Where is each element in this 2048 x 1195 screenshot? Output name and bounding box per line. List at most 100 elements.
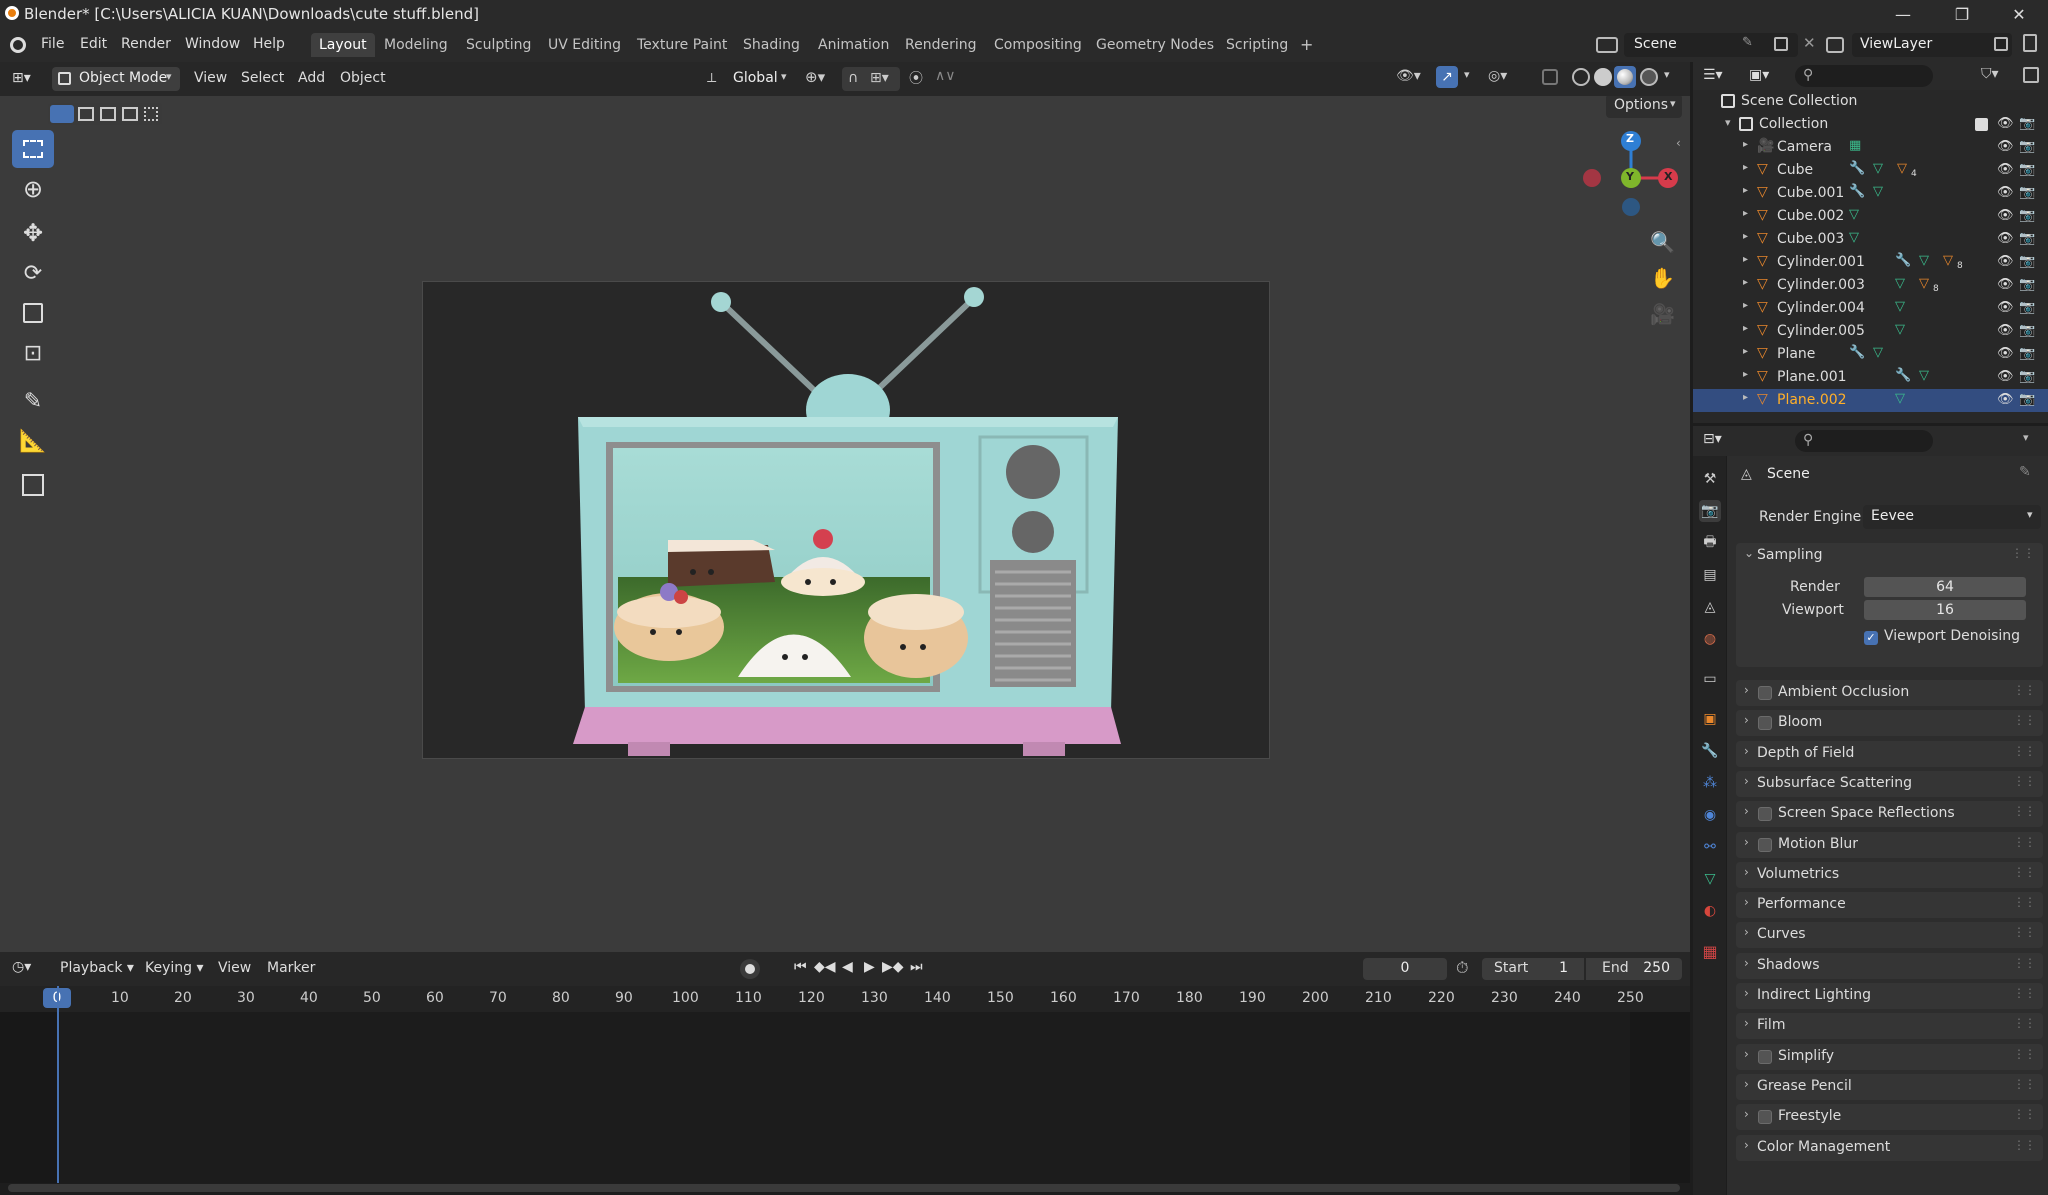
tool-tab-icon[interactable]: ⚒	[1699, 468, 1721, 490]
gizmo-toggle-icon[interactable]: ↗	[1436, 66, 1458, 88]
expand-toggle[interactable]: ›	[1744, 1047, 1749, 1061]
render-engine-dropdown[interactable]: Eevee ▾	[1863, 505, 2041, 529]
viewport-samples-field[interactable]: 16	[1864, 600, 2026, 620]
overlays-icon[interactable]: ◎▾	[1488, 68, 1507, 84]
expand-toggle[interactable]: ▸	[1743, 139, 1748, 150]
eye-icon[interactable]: 👁	[1997, 185, 2014, 200]
tab-texture-paint[interactable]: Texture Paint	[629, 33, 735, 57]
modifier-icon[interactable]: 🔧	[1895, 368, 1911, 383]
close-window-button[interactable]: ✕	[1996, 0, 2042, 28]
drag-handle-icon[interactable]: ⋮⋮	[2013, 1077, 2036, 1091]
material-preview-shading-icon[interactable]	[1614, 66, 1636, 88]
drag-handle-icon[interactable]: ⋮⋮	[2013, 774, 2036, 788]
mesh-data-icon[interactable]: ▽	[1919, 253, 1929, 268]
eye-icon[interactable]: 👁	[1997, 392, 2014, 407]
outliner-item-row[interactable]: ▸ 🎥 Camera ▦ 👁 📷	[1693, 136, 2048, 159]
menu-select[interactable]: Select	[241, 70, 284, 86]
visibility-filter-icon[interactable]: 👁▾	[1396, 68, 1421, 84]
indirect-lighting-panel[interactable]: › Indirect Lighting ⋮⋮	[1736, 983, 2043, 1009]
measure-tool[interactable]: 📐	[12, 422, 54, 460]
output-tab-icon[interactable]: 🖶	[1699, 532, 1721, 554]
object-tab-icon[interactable]: ▣	[1699, 708, 1721, 730]
outliner-item-row[interactable]: ▸ ▽ Plane.002 ▽ 👁 📷	[1693, 389, 2048, 412]
render-tab-icon[interactable]: 📷	[1699, 500, 1721, 522]
3d-viewport[interactable]: Options ▾ ⊕ ✥ ⟳ ⊡ ✎ 📐 Z X Y ‹ 🔍 ✋ 🎥	[0, 96, 1690, 952]
tab-shading[interactable]: Shading	[735, 33, 808, 57]
outliner-item-row[interactable]: ▸ ▽ Cylinder.005 ▽ 👁 📷	[1693, 320, 2048, 343]
curves-panel[interactable]: › Curves ⋮⋮	[1736, 922, 2043, 949]
wireframe-shading-icon[interactable]	[1572, 68, 1590, 86]
motion-blur-panel[interactable]: › Motion Blur ⋮⋮	[1736, 831, 2043, 858]
pan-hand-icon[interactable]: ✋	[1650, 266, 1675, 290]
expand-toggle[interactable]: ▸	[1743, 277, 1748, 288]
expand-toggle[interactable]: ▸	[1743, 392, 1748, 403]
shadows-panel[interactable]: › Shadows ⋮⋮	[1736, 952, 2043, 979]
expand-toggle[interactable]: ›	[1744, 835, 1749, 849]
camera-render-icon[interactable]: 📷	[2019, 369, 2035, 384]
select-new-icon[interactable]	[50, 105, 74, 123]
expand-toggle[interactable]: ▸	[1743, 369, 1748, 380]
material-icon[interactable]: ▽	[1919, 276, 1929, 291]
frame-ruler[interactable]: 0 10 20 30 40 50 60 70 80 90 100 110 120…	[0, 986, 1690, 1012]
move-tool[interactable]: ✥	[12, 214, 54, 252]
expand-toggle[interactable]: ▸	[1743, 162, 1748, 173]
collection-row[interactable]: ▾ Collection 👁 📷	[1693, 113, 2048, 136]
navigation-gizmo[interactable]: Z X Y	[1578, 128, 1678, 238]
tab-rendering[interactable]: Rendering	[897, 33, 985, 57]
play-reverse-button[interactable]: ◀	[842, 959, 853, 975]
expand-toggle[interactable]: ›	[1744, 744, 1749, 758]
select-invert-icon[interactable]	[122, 107, 138, 121]
mesh-data-icon[interactable]: ▽	[1873, 161, 1883, 176]
snap-toggle[interactable]: ∩ ⊞▾	[842, 67, 900, 91]
modifier-tab-icon[interactable]: 🔧	[1699, 740, 1721, 762]
next-keyframe-button[interactable]: ▶◆	[882, 959, 904, 975]
outliner-item-row[interactable]: ▸ ▽ Cylinder.001 🔧 ▽ ▽ 8 👁 📷	[1693, 251, 2048, 274]
outliner-item-row[interactable]: ▸ ▽ Cube.001 🔧 ▽ 👁 📷	[1693, 182, 2048, 205]
solid-shading-icon[interactable]	[1594, 68, 1612, 86]
collection-tab-icon[interactable]: ▭	[1699, 668, 1721, 690]
menu-window[interactable]: Window	[185, 36, 240, 52]
expand-toggle[interactable]: ▾	[1725, 116, 1731, 129]
select-subtract-icon[interactable]	[100, 107, 116, 121]
delete-scene-icon[interactable]: ✕	[1803, 34, 1816, 52]
select-intersect-icon[interactable]	[144, 107, 158, 121]
new-collection-icon[interactable]	[2023, 67, 2039, 83]
modifier-icon[interactable]: 🔧	[1895, 253, 1911, 268]
play-button[interactable]: ▶	[864, 959, 875, 975]
exclude-checkbox[interactable]	[1975, 118, 1988, 131]
view-layer-icon[interactable]	[1826, 37, 1844, 53]
expand-toggle[interactable]: ▸	[1743, 208, 1748, 219]
expand-toggle[interactable]: ▸	[1743, 254, 1748, 265]
ambient-occlusion-panel[interactable]: › Ambient Occlusion ⋮⋮	[1736, 680, 2043, 706]
grease-pencil-panel[interactable]: › Grease Pencil ⋮⋮	[1736, 1073, 2043, 1100]
chevron-down-icon[interactable]: ▾	[1664, 68, 1670, 81]
drag-handle-icon[interactable]: ⋮⋮	[2013, 713, 2036, 727]
material-icon[interactable]: ▽	[1943, 253, 1953, 268]
expand-toggle[interactable]: ›	[1744, 683, 1749, 697]
subsurface-scattering-panel[interactable]: › Subsurface Scattering ⋮⋮	[1736, 770, 2043, 797]
expand-toggle[interactable]: ⌄	[1744, 546, 1754, 560]
jump-start-button[interactable]: ⏮	[794, 959, 807, 975]
jump-end-button[interactable]: ⏭	[910, 959, 923, 975]
tab-geometry-nodes[interactable]: Geometry Nodes	[1088, 33, 1222, 57]
timeline-scrollbar[interactable]	[8, 1184, 1680, 1192]
material-tab-icon[interactable]: ◐	[1699, 900, 1721, 922]
view-layer-selector[interactable]: ViewLayer	[1852, 33, 2012, 57]
expand-toggle[interactable]: ›	[1744, 774, 1749, 788]
eye-icon[interactable]: 👁	[1997, 346, 2014, 361]
mesh-data-icon[interactable]: ▽	[1895, 276, 1905, 291]
eye-icon[interactable]: 👁	[1997, 323, 2014, 338]
screen-space-reflections-checkbox[interactable]	[1758, 807, 1772, 822]
camera-render-icon[interactable]: 📷	[2019, 323, 2035, 338]
drag-handle-icon[interactable]: ⋮⋮	[2013, 1138, 2036, 1152]
prev-keyframe-button[interactable]: ◆◀	[814, 959, 836, 975]
pin-icon[interactable]: ✎	[2019, 464, 2031, 480]
eye-icon[interactable]: 👁	[1997, 254, 2014, 269]
outliner-search-input[interactable]: ⚲	[1795, 65, 1933, 87]
view-layer-tab-icon[interactable]: ▤	[1699, 564, 1721, 586]
camera-render-icon[interactable]: 📷	[2019, 185, 2035, 200]
camera-data-icon[interactable]: ▦	[1849, 138, 1861, 153]
mesh-data-icon[interactable]: ▽	[1849, 207, 1859, 222]
xray-toggle-icon[interactable]	[1542, 69, 1558, 85]
remove-view-layer-icon[interactable]	[2023, 34, 2037, 52]
